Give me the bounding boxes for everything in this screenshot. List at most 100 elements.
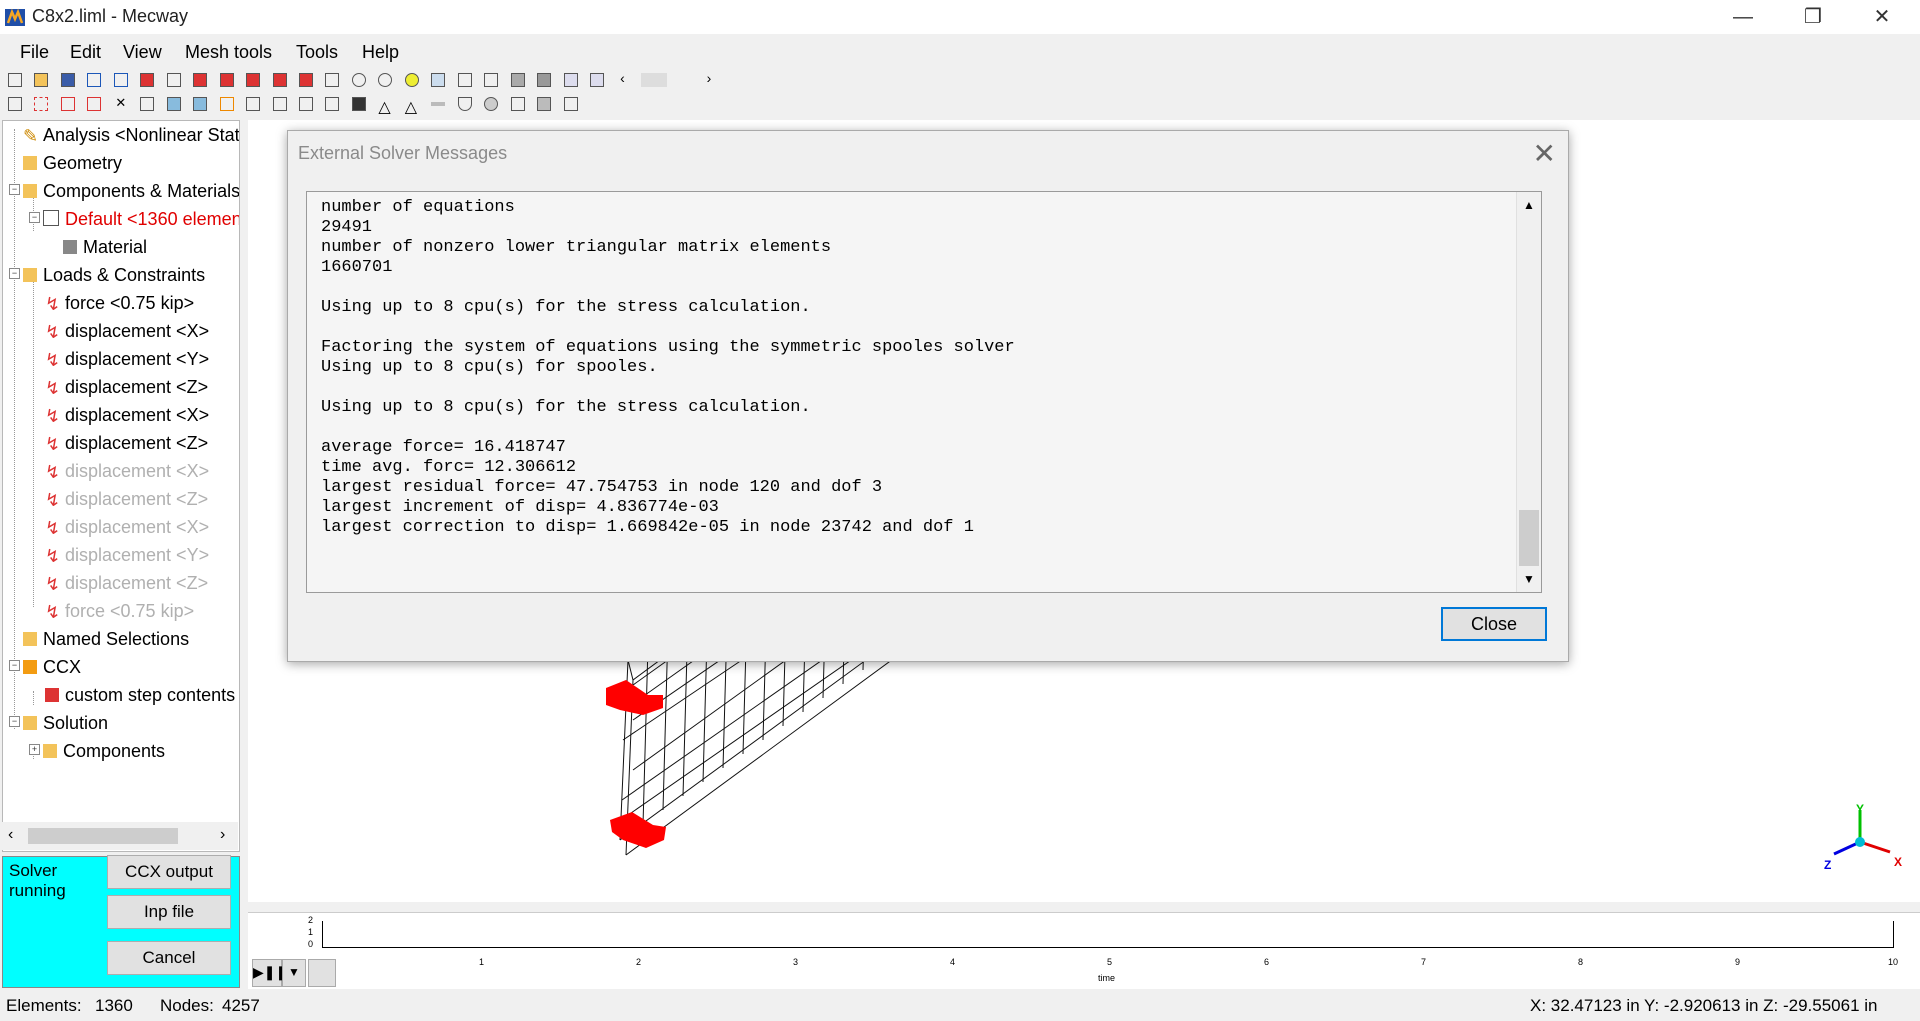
view-right-icon[interactable] xyxy=(272,73,287,87)
arc-tool-icon[interactable] xyxy=(457,97,472,111)
tree-named-selections[interactable]: Named Selections xyxy=(23,627,189,651)
messages-vertical-scrollbar[interactable]: ▲ ▼ xyxy=(1516,192,1541,592)
tree-load-item[interactable]: ↯ displacement <X> xyxy=(45,459,209,483)
solver-messages-box[interactable]: number of equations 29491 number of nonz… xyxy=(306,191,1542,593)
menu-view[interactable]: View xyxy=(123,42,162,63)
dialog-close-icon[interactable]: ✕ xyxy=(1533,137,1556,170)
tree-ccx[interactable]: CCX xyxy=(23,655,81,679)
menu-tools[interactable]: Tools xyxy=(296,42,338,63)
expand-solution-toggle[interactable]: − xyxy=(9,716,20,727)
open-folder-icon[interactable] xyxy=(34,73,49,87)
view-top-icon[interactable] xyxy=(298,73,313,87)
scroll-up-icon[interactable]: ▲ xyxy=(1523,198,1535,212)
tree-load-item[interactable]: ↯ displacement <Y> xyxy=(45,543,209,567)
tree-components-materials[interactable]: Components & Materials xyxy=(23,179,239,203)
tree-solution-components[interactable]: Components xyxy=(43,739,165,763)
ccx-output-button[interactable]: CCX output xyxy=(107,855,231,889)
line-tool-icon[interactable] xyxy=(431,102,446,106)
tree-load-item[interactable]: ↯ displacement <Z> xyxy=(45,375,208,399)
restore-button[interactable]: ❐ xyxy=(1783,0,1843,34)
tree-solution[interactable]: Solution xyxy=(23,711,108,735)
window-close-button[interactable]: ✕ xyxy=(1852,0,1912,34)
tree-load-item[interactable]: ↯ force <0.75 kip> xyxy=(45,291,194,315)
cube-select-icon[interactable] xyxy=(87,97,102,111)
chevron-left-icon[interactable]: ‹ xyxy=(612,70,632,86)
scroll-thumb[interactable] xyxy=(28,828,178,844)
tree-material[interactable]: Material xyxy=(63,235,147,259)
select-element-icon[interactable] xyxy=(431,73,446,87)
tree-analysis[interactable]: ✎ Analysis <Nonlinear Stat xyxy=(23,123,239,147)
chevron-right-icon[interactable]: › xyxy=(675,70,712,86)
tree-load-item[interactable]: ↯ displacement <Z> xyxy=(45,487,208,511)
cancel-button[interactable]: Cancel xyxy=(107,941,231,975)
extrude-icon[interactable] xyxy=(193,97,208,111)
close-button[interactable]: Close xyxy=(1441,607,1547,641)
tree-loads-constraints[interactable]: Loads & Constraints xyxy=(23,263,205,287)
tree-horizontal-scrollbar[interactable]: ‹ › xyxy=(2,822,238,850)
triangle-mesh-icon[interactable]: △ xyxy=(378,97,392,116)
tree-geometry[interactable]: Geometry xyxy=(23,151,122,175)
scroll-left-icon[interactable]: ‹ xyxy=(8,826,13,844)
rotate-icon[interactable] xyxy=(378,73,393,87)
expand-loads-toggle[interactable]: − xyxy=(9,268,20,279)
split-icon[interactable] xyxy=(298,97,313,111)
menu-file[interactable]: File xyxy=(20,42,49,63)
tree-load-item[interactable]: ↯ displacement <X> xyxy=(45,403,209,427)
messages-scroll-thumb[interactable] xyxy=(1519,510,1539,566)
surface-tool-icon[interactable] xyxy=(484,97,499,111)
fit-view-icon[interactable] xyxy=(404,73,419,87)
scroll-down-icon[interactable]: ▼ xyxy=(1523,572,1535,586)
play-pause-button[interactable]: ▶❚❚ xyxy=(252,959,287,987)
tree-load-item[interactable]: ↯ displacement <Z> xyxy=(45,431,208,455)
select-mode-icon[interactable] xyxy=(457,73,472,87)
select-nodes-icon[interactable] xyxy=(34,97,49,111)
duplicate-icon[interactable] xyxy=(140,97,155,111)
merge-icon[interactable] xyxy=(351,97,366,111)
expand-solution-components-toggle[interactable]: + xyxy=(29,744,40,755)
tree-default-component[interactable]: Default <1360 elemen xyxy=(43,207,239,231)
grid-icon[interactable] xyxy=(563,97,578,111)
refine-icon[interactable] xyxy=(8,97,22,111)
wireframe-cube-icon[interactable] xyxy=(166,73,181,87)
view-back-icon[interactable] xyxy=(219,73,234,87)
new-file-icon[interactable] xyxy=(8,73,22,87)
inp-file-button[interactable]: Inp file xyxy=(107,895,231,929)
zoom-box-icon[interactable] xyxy=(325,73,340,87)
menu-edit[interactable]: Edit xyxy=(70,42,101,63)
connect-icon[interactable] xyxy=(325,97,340,111)
sweep-icon[interactable] xyxy=(246,97,261,111)
minimize-button[interactable]: — xyxy=(1713,0,1773,34)
tree-load-item[interactable]: ↯ force <0.75 kip> xyxy=(45,599,194,623)
transparent-icon[interactable] xyxy=(563,73,578,87)
zoom-icon[interactable] xyxy=(351,73,366,87)
menu-help[interactable]: Help xyxy=(362,42,399,63)
menu-mesh-tools[interactable]: Mesh tools xyxy=(185,42,272,63)
surface-icon[interactable] xyxy=(510,73,525,87)
tree-load-item[interactable]: ↯ displacement <X> xyxy=(45,515,209,539)
tree-load-item[interactable]: ↯ displacement <Z> xyxy=(45,571,208,595)
tree-custom-step[interactable]: custom step contents xyxy=(45,683,235,707)
shell-icon[interactable] xyxy=(537,97,552,111)
tree-load-item[interactable]: ↯ displacement <X> xyxy=(45,319,209,343)
align-icon[interactable] xyxy=(510,97,525,111)
undo-icon[interactable] xyxy=(87,73,102,87)
playback-dropdown-button[interactable]: ▼ xyxy=(282,959,306,987)
view-front-icon[interactable] xyxy=(193,73,208,87)
view-left-icon[interactable] xyxy=(246,73,261,87)
redo-icon[interactable] xyxy=(113,73,128,87)
select-box-icon[interactable] xyxy=(60,97,75,111)
expand-components-toggle[interactable]: − xyxy=(9,184,20,195)
view-slider[interactable] xyxy=(640,73,667,87)
revolve-icon[interactable] xyxy=(219,97,234,111)
scroll-right-icon[interactable]: › xyxy=(220,826,225,844)
ccx-solve-icon[interactable] xyxy=(140,73,155,87)
select-face-icon[interactable] xyxy=(484,73,499,87)
triangle-outline-icon[interactable]: △ xyxy=(405,97,419,116)
timeline-step-button[interactable] xyxy=(308,959,336,987)
delete-icon[interactable]: ✕ xyxy=(114,96,128,111)
bend-icon[interactable] xyxy=(272,97,287,111)
solid-icon[interactable] xyxy=(537,73,552,87)
expand-default-toggle[interactable]: − xyxy=(29,212,40,223)
expand-ccx-toggle[interactable]: − xyxy=(9,660,20,671)
tree-load-item[interactable]: ↯ displacement <Y> xyxy=(45,347,209,371)
